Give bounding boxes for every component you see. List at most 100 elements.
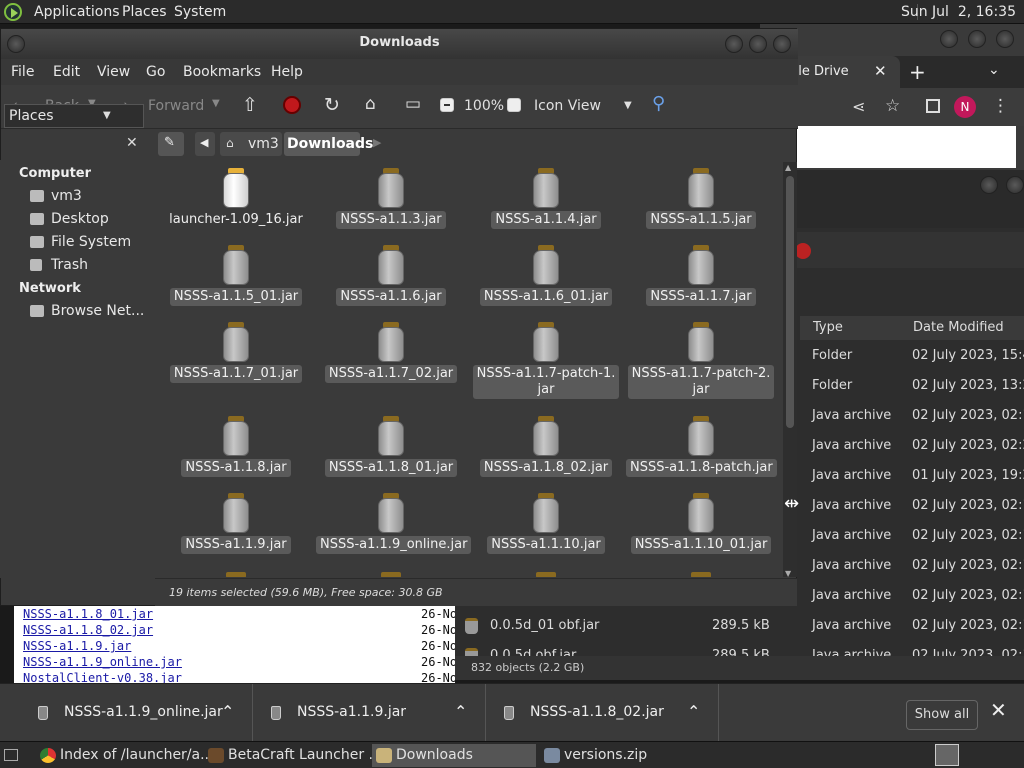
file-item[interactable]: launcher-1.09_16.jar [161, 168, 311, 229]
sidebar-item-vm3[interactable]: vm3 [51, 188, 82, 204]
forward-history-chevron-icon[interactable]: ▼ [212, 98, 220, 109]
stop-icon[interactable] [795, 243, 811, 259]
file-item[interactable]: NSSS-a1.1.7_02.jar [316, 322, 466, 383]
browser-menu-icon[interactable]: ⋮ [992, 96, 1009, 116]
new-tab-icon[interactable]: + [909, 60, 926, 84]
index-file-link[interactable]: NSSS-a1.1.9.jar [23, 639, 131, 653]
column-date-modified[interactable]: Date Modified [913, 320, 1004, 335]
file-item[interactable]: NSSS-a1.1.9.jar [161, 493, 311, 554]
side-panel-icon[interactable] [926, 99, 940, 113]
list-item-type[interactable]: Java archive [812, 528, 891, 543]
applications-icon[interactable] [4, 3, 22, 21]
menu-go[interactable]: Go [146, 64, 165, 80]
chevron-up-icon[interactable]: ⌃ [454, 702, 467, 721]
menu-edit[interactable]: Edit [53, 64, 80, 80]
menu-help[interactable]: Help [271, 64, 303, 80]
scroll-up-icon[interactable]: ▲ [785, 163, 791, 172]
view-mode-select[interactable]: Icon View [534, 98, 601, 114]
menu-view[interactable]: View [97, 64, 130, 80]
list-item-type[interactable]: Folder [812, 378, 852, 393]
file-item[interactable]: NSSS-a1.1.8_02.jar [471, 416, 621, 477]
system-menu[interactable]: System [174, 4, 226, 20]
profile-avatar[interactable]: N [954, 96, 976, 118]
maximize-button[interactable] [749, 35, 767, 53]
index-file-link[interactable]: NSSS-a1.1.8_01.jar [23, 607, 153, 621]
show-desktop-icon[interactable] [4, 749, 18, 761]
file-item[interactable]: NSSS-a1.1.10.jar [471, 493, 621, 554]
sidebar-close-icon[interactable]: ✕ [126, 135, 138, 151]
toggle-location-button[interactable]: ✎ [158, 132, 184, 156]
jar-file-icon[interactable] [226, 572, 246, 577]
zoom-out-icon[interactable] [440, 98, 454, 112]
index-file-link[interactable]: NSSS-a1.1.8_02.jar [23, 623, 153, 637]
workspace-switcher[interactable] [935, 744, 959, 766]
path-scroll-left-button[interactable]: ◀ [195, 132, 215, 156]
window-titlebar[interactable]: Downloads [1, 29, 798, 59]
close-button[interactable] [773, 35, 791, 53]
close-button[interactable] [996, 30, 1014, 48]
menu-bookmarks[interactable]: Bookmarks [183, 64, 261, 80]
home-icon[interactable]: ⌂ [365, 94, 376, 114]
applications-menu[interactable]: Applications [34, 4, 120, 20]
reload-icon[interactable]: ↻ [324, 94, 340, 116]
file-item[interactable]: NSSS-a1.1.9_online.jar [316, 493, 472, 554]
bookmark-star-icon[interactable]: ☆ [885, 96, 900, 116]
file-item[interactable]: NSSS-a1.1.3.jar [316, 168, 466, 229]
minimize-button[interactable] [725, 35, 743, 53]
download-item[interactable]: NSSS-a1.1.9.jar ⌃ [253, 684, 486, 742]
up-arrow-icon[interactable]: ⇧ [242, 94, 258, 116]
menu-file[interactable]: File [11, 64, 34, 80]
scrollbar-thumb[interactable] [786, 176, 794, 428]
download-item[interactable]: NSSS-a1.1.8_02.jar ⌃ [486, 684, 719, 742]
forward-button[interactable]: Forward [148, 98, 204, 114]
maximize-button[interactable] [968, 30, 986, 48]
view-mode-chevron-icon[interactable]: ▼ [624, 100, 632, 111]
file-item[interactable]: NSSS-a1.1.4.jar [471, 168, 621, 229]
list-item-type[interactable]: Java archive [812, 498, 891, 513]
chevron-up-icon[interactable]: ⌃ [687, 702, 700, 721]
download-item[interactable]: NSSS-a1.1.9_online.jar ⌃ [0, 684, 253, 742]
search-icon[interactable]: ⚲ [652, 93, 665, 114]
file-item[interactable]: NSSS-a1.1.7_01.jar [161, 322, 311, 383]
file-item[interactable]: NSSS-a1.1.5.jar [626, 168, 776, 229]
stop-icon[interactable] [283, 96, 301, 114]
file-item[interactable]: NSSS-a1.1.8-patch.jar [626, 416, 777, 477]
maximize-button[interactable] [1006, 176, 1024, 194]
column-type[interactable]: Type [813, 320, 843, 335]
task-downloads[interactable]: Downloads [372, 744, 536, 767]
list-item-type[interactable]: Java archive [812, 558, 891, 573]
jar-file-icon[interactable] [536, 572, 556, 577]
list-item-type[interactable]: Java archive [812, 468, 891, 483]
close-downloads-bar-icon[interactable]: ✕ [990, 698, 1007, 722]
list-item-type[interactable]: Java archive [812, 588, 891, 603]
jar-file-icon[interactable] [381, 572, 401, 577]
zoom-in-icon[interactable] [507, 98, 521, 112]
index-file-link[interactable]: NostalClient-v0.38.jar [23, 671, 182, 683]
sidebar-places-select[interactable]: Places ▼ [4, 104, 144, 128]
list-item-type[interactable]: Java archive [812, 438, 891, 453]
list-item-type[interactable]: Java archive [812, 408, 891, 423]
path-segment-home[interactable]: ⌂ vm3 [220, 132, 282, 156]
path-segment-current[interactable]: Downloads [284, 132, 373, 156]
scroll-down-icon[interactable]: ▼ [785, 569, 791, 578]
task-browser[interactable]: Index of /launcher/a... [36, 744, 213, 767]
minimize-button[interactable] [980, 176, 998, 194]
file-item[interactable]: NSSS-a1.1.7-patch-1. jar [471, 322, 621, 399]
file-item[interactable]: NSSS-a1.1.5_01.jar [161, 245, 311, 306]
tab-search-chevron-icon[interactable]: ⌄ [988, 62, 1000, 78]
file-icon-view[interactable]: launcher-1.09_16.jar NSSS-a1.1.3.jar NSSS-… [155, 162, 781, 577]
clock[interactable]: Sun Jul 2, 16:35 [901, 4, 1016, 20]
sidebar-item-desktop[interactable]: Desktop [51, 211, 109, 227]
show-all-button[interactable]: Show all [906, 700, 978, 730]
file-item[interactable]: NSSS-a1.1.6.jar [316, 245, 466, 306]
places-menu[interactable]: Places [122, 4, 167, 20]
file-item[interactable]: NSSS-a1.1.6_01.jar [471, 245, 621, 306]
list-item-type[interactable]: Folder [812, 348, 852, 363]
sidebar-item-browse-network[interactable]: Browse Net... [51, 303, 144, 319]
share-icon[interactable]: ⋖ [852, 97, 865, 116]
task-betacraft[interactable]: BetaCraft Launcher ... [204, 744, 382, 767]
list-item-name[interactable]: 0.0.5d_01 obf.jar [490, 618, 599, 633]
file-item[interactable]: NSSS-a1.1.10_01.jar [626, 493, 776, 554]
index-file-link[interactable]: NSSS-a1.1.9_online.jar [23, 655, 182, 669]
chevron-right-icon[interactable]: ▶ [373, 136, 381, 149]
